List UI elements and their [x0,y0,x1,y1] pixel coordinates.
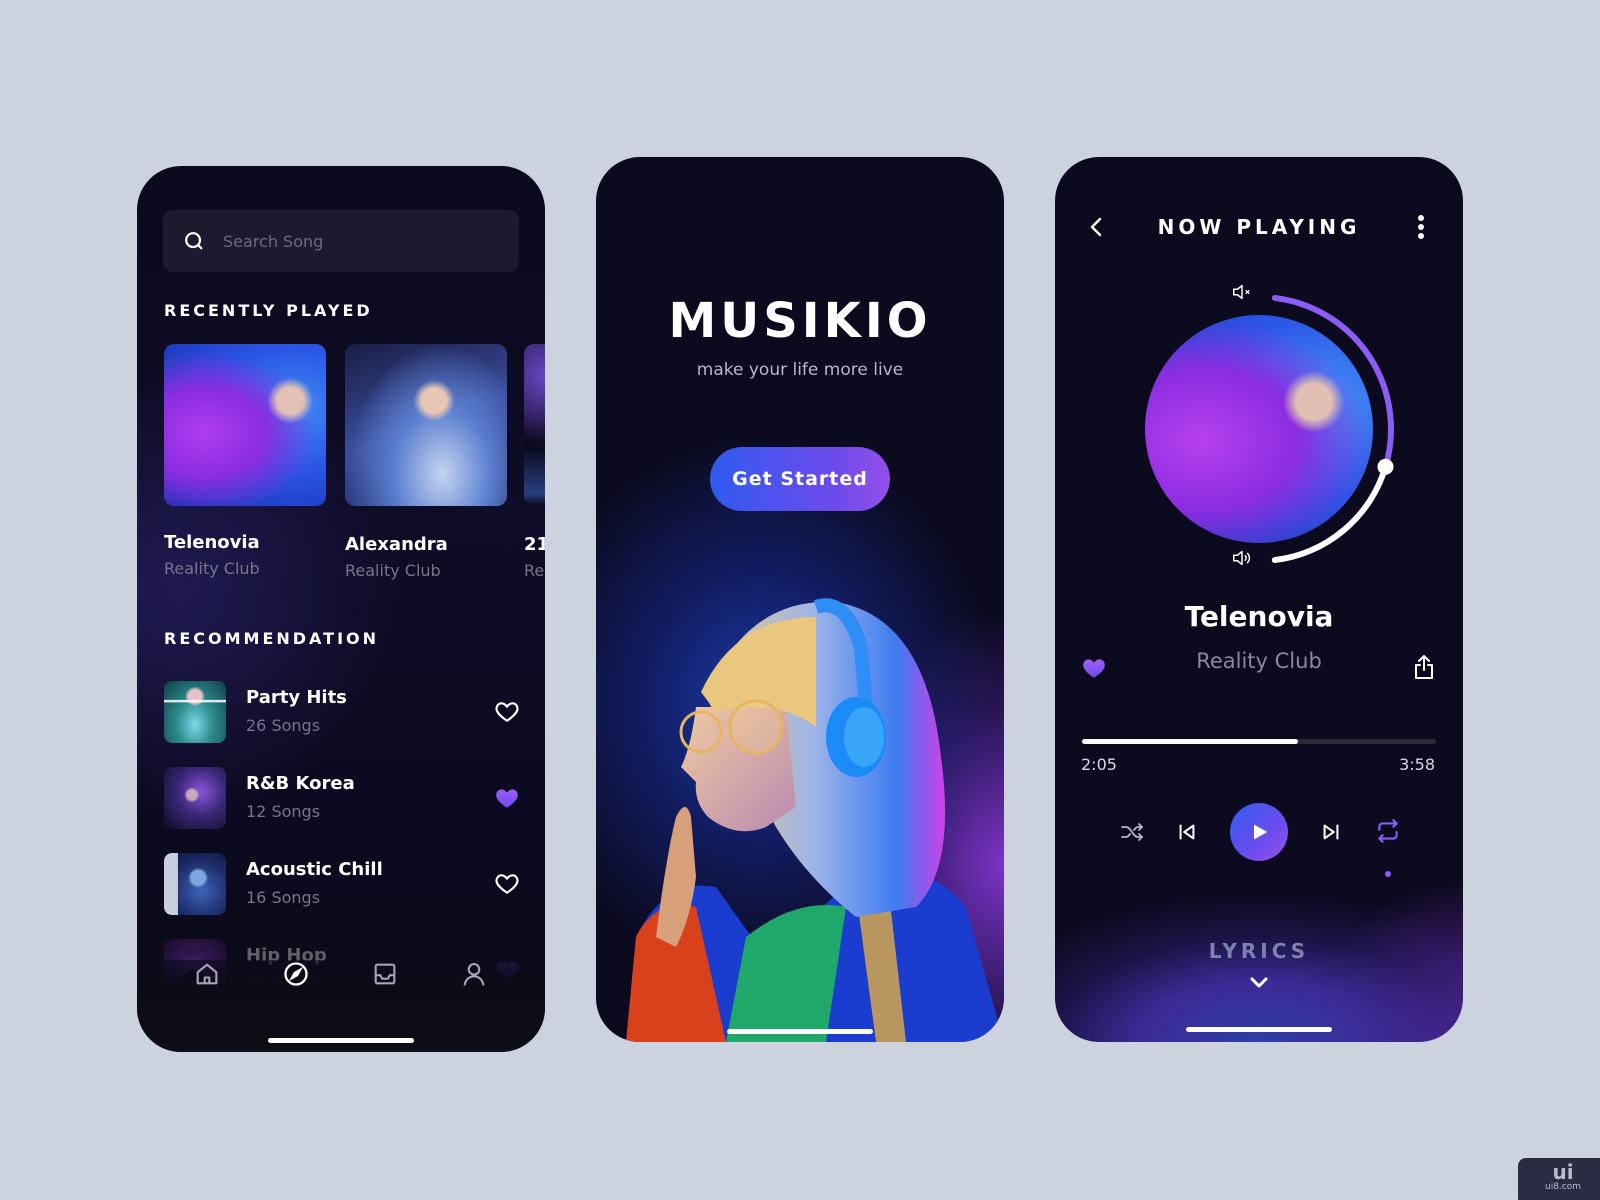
playlist-thumb [164,767,226,829]
get-started-button[interactable]: Get Started [710,447,890,511]
skip-next-icon[interactable] [1320,821,1342,843]
recently-played-heading: RECENTLY PLAYED [164,301,373,320]
watermark-site: ui8.com [1544,1182,1581,1192]
recent-card[interactable]: Alexandra Reality Club [345,344,507,580]
compass-icon[interactable] [282,960,310,988]
tagline: make your life more live [696,360,904,380]
play-icon [1254,824,1268,840]
inbox-icon[interactable] [371,960,399,988]
home-indicator [727,1029,873,1034]
playlist-count: 16 Songs [246,888,321,907]
home-indicator [268,1038,414,1043]
chevron-down-icon[interactable] [1247,975,1271,991]
search-icon [185,232,203,250]
home-icon[interactable] [193,960,221,988]
home-screen: RECENTLY PLAYED Telenovia Reality Club A… [137,166,545,1052]
seek-bar[interactable] [1082,739,1436,744]
play-button[interactable] [1230,803,1288,861]
splash-screen: MUSIKIO make your life more live Get Sta… [596,157,1004,1042]
watermark-badge: ui ui8.com [1518,1158,1600,1200]
recent-card[interactable]: 21 Re [524,344,545,580]
heart-outline-icon[interactable] [494,871,520,897]
elapsed-time: 2:05 [1081,755,1117,774]
player-header: NOW PLAYING [1055,207,1463,247]
playlist-name: Acoustic Chill [246,859,383,880]
recent-artist: Re [524,561,545,580]
album-art [164,344,326,506]
recent-card[interactable]: Telenovia Reality Club [164,344,326,578]
search-input[interactable] [223,231,503,251]
search-bar[interactable] [163,210,519,272]
screen-title: NOW PLAYING [1157,215,1361,239]
repeat-icon[interactable] [1375,817,1401,845]
volume-arc-slider[interactable] [1115,277,1415,577]
recent-title: 21 [524,534,545,555]
song-artist: Reality Club [1196,649,1322,673]
playlist-item[interactable]: R&B Korea 12 Songs [164,767,520,853]
playlist-name: Party Hits [246,687,347,708]
playlist-count: 12 Songs [246,802,321,821]
volume-arc-muted-segment [1271,294,1394,470]
shuffle-icon[interactable] [1119,820,1145,844]
playlist-thumb [164,681,226,743]
recommendation-heading: RECOMMENDATION [164,629,380,648]
watermark-logo: ui [1552,1160,1574,1184]
recent-artist: Reality Club [164,559,260,578]
album-disc-area [1115,277,1415,577]
volume-mute-icon[interactable] [1231,281,1253,303]
heart-outline-icon[interactable] [494,699,520,725]
volume-arc-level-segment [1271,463,1389,564]
volume-high-icon[interactable] [1231,547,1253,569]
seek-bar-fill [1082,739,1298,744]
volume-knob[interactable] [1377,458,1394,475]
recent-title: Telenovia [164,532,260,553]
playlist-item[interactable]: Acoustic Chill 16 Songs [164,853,520,939]
album-art [345,344,507,506]
total-duration: 3:58 [1399,755,1435,774]
more-vertical-icon[interactable] [1409,213,1433,241]
hero-person-image [626,598,1004,1042]
home-indicator [1186,1027,1332,1032]
lyrics-label[interactable]: LYRICS [1055,939,1463,963]
share-icon[interactable] [1411,653,1437,681]
playlist-item[interactable]: Party Hits 26 Songs [164,681,520,767]
recent-title: Alexandra [345,534,448,555]
playlist-count: 26 Songs [246,716,321,735]
playback-controls [1055,803,1463,877]
album-art [524,344,545,506]
playlist-name: R&B Korea [246,773,355,794]
recent-artist: Reality Club [345,561,441,580]
app-logo-text: MUSIKIO [668,293,932,349]
user-icon[interactable] [460,960,488,988]
song-title: Telenovia [1184,600,1334,633]
repeat-active-indicator [1385,871,1391,877]
heart-filled-icon[interactable] [494,785,520,811]
recently-played-carousel[interactable]: Telenovia Reality Club Alexandra Reality… [164,344,545,594]
now-playing-screen: NOW PLAYING Telenovia Reality Club 2:05 … [1055,157,1463,1042]
skip-previous-icon[interactable] [1176,821,1198,843]
bottom-tab-bar [137,960,545,1052]
playlist-thumb [164,853,226,915]
